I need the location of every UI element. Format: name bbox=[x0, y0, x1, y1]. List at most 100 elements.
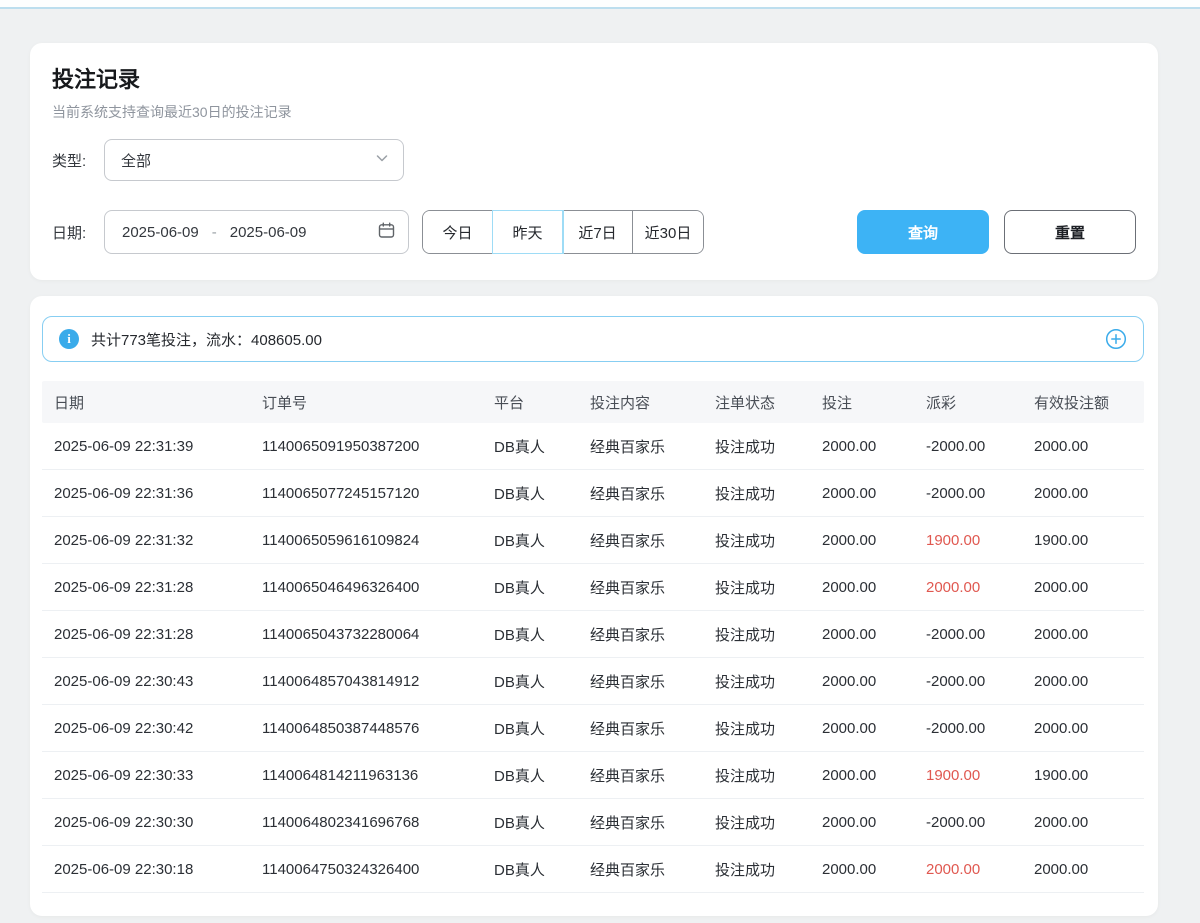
cell-bet: 2000.00 bbox=[822, 720, 926, 737]
type-select-value: 全部 bbox=[121, 150, 151, 171]
cell-bet: 2000.00 bbox=[822, 673, 926, 690]
cell-valid_bet: 1900.00 bbox=[1034, 767, 1144, 784]
cell-platform: DB真人 bbox=[494, 436, 590, 457]
cell-status: 投注成功 bbox=[715, 483, 822, 504]
cell-valid_bet: 2000.00 bbox=[1034, 673, 1144, 690]
filter-panel: 投注记录 当前系统支持查询最近30日的投注记录 类型: 全部 日期: 2025-… bbox=[30, 43, 1158, 280]
cell-order_no: 1140065046496326400 bbox=[262, 579, 494, 596]
cell-content: 经典百家乐 bbox=[590, 812, 715, 833]
cell-order_no: 1140065043732280064 bbox=[262, 626, 494, 643]
cell-platform: DB真人 bbox=[494, 671, 590, 692]
cell-bet: 2000.00 bbox=[822, 626, 926, 643]
cell-date: 2025-06-09 22:30:30 bbox=[54, 814, 262, 831]
quick-range-button-3[interactable]: 近30日 bbox=[633, 211, 703, 253]
cell-date: 2025-06-09 22:31:32 bbox=[54, 532, 262, 549]
quick-range-button-1[interactable]: 昨天 bbox=[493, 211, 563, 253]
cell-date: 2025-06-09 22:31:39 bbox=[54, 438, 262, 455]
cell-bet: 2000.00 bbox=[822, 767, 926, 784]
quick-range-button-2[interactable]: 近7日 bbox=[563, 211, 633, 253]
cell-payout: 2000.00 bbox=[926, 579, 1034, 596]
cell-content: 经典百家乐 bbox=[590, 765, 715, 786]
cell-date: 2025-06-09 22:31:36 bbox=[54, 485, 262, 502]
table-row: 2025-06-09 22:31:361140065077245157120DB… bbox=[42, 470, 1144, 517]
top-divider bbox=[0, 0, 1200, 9]
cell-status: 投注成功 bbox=[715, 765, 822, 786]
cell-valid_bet: 1900.00 bbox=[1034, 532, 1144, 549]
table-row: 2025-06-09 22:30:421140064850387448576DB… bbox=[42, 705, 1144, 752]
cell-payout: -2000.00 bbox=[926, 720, 1034, 737]
cell-platform: DB真人 bbox=[494, 577, 590, 598]
cell-status: 投注成功 bbox=[715, 577, 822, 598]
column-header: 投注内容 bbox=[590, 392, 715, 413]
cell-order_no: 1140065059616109824 bbox=[262, 532, 494, 549]
cell-content: 经典百家乐 bbox=[590, 530, 715, 551]
cell-valid_bet: 2000.00 bbox=[1034, 438, 1144, 455]
cell-status: 投注成功 bbox=[715, 718, 822, 739]
cell-bet: 2000.00 bbox=[822, 861, 926, 878]
cell-content: 经典百家乐 bbox=[590, 577, 715, 598]
cell-order_no: 1140064750324326400 bbox=[262, 861, 494, 878]
calendar-icon[interactable] bbox=[378, 222, 395, 243]
cell-payout: 2000.00 bbox=[926, 861, 1034, 878]
cell-payout: -2000.00 bbox=[926, 485, 1034, 502]
cell-status: 投注成功 bbox=[715, 859, 822, 880]
table-row: 2025-06-09 22:31:281140065046496326400DB… bbox=[42, 564, 1144, 611]
column-header: 有效投注额 bbox=[1034, 392, 1144, 413]
cell-platform: DB真人 bbox=[494, 624, 590, 645]
cell-status: 投注成功 bbox=[715, 671, 822, 692]
summary-text: 共计773笔投注，流水：408605.00 bbox=[91, 329, 322, 350]
cell-status: 投注成功 bbox=[715, 436, 822, 457]
cell-content: 经典百家乐 bbox=[590, 671, 715, 692]
circle-plus-icon[interactable] bbox=[1105, 328, 1127, 350]
cell-platform: DB真人 bbox=[494, 530, 590, 551]
cell-content: 经典百家乐 bbox=[590, 718, 715, 739]
cell-valid_bet: 2000.00 bbox=[1034, 579, 1144, 596]
type-filter-row: 类型: 全部 bbox=[52, 139, 1136, 181]
cell-date: 2025-06-09 22:31:28 bbox=[54, 579, 262, 596]
date-label: 日期: bbox=[52, 222, 104, 243]
cell-payout: 1900.00 bbox=[926, 767, 1034, 784]
date-range-separator: - bbox=[212, 224, 217, 241]
cell-valid_bet: 2000.00 bbox=[1034, 485, 1144, 502]
date-range-input[interactable]: 2025-06-09 - 2025-06-09 bbox=[104, 210, 409, 254]
column-header: 注单状态 bbox=[715, 392, 822, 413]
quick-range-group: 今日昨天近7日近30日 bbox=[422, 210, 704, 254]
cell-date: 2025-06-09 22:30:43 bbox=[54, 673, 262, 690]
cell-order_no: 1140064857043814912 bbox=[262, 673, 494, 690]
cell-payout: -2000.00 bbox=[926, 438, 1034, 455]
cell-content: 经典百家乐 bbox=[590, 483, 715, 504]
cell-bet: 2000.00 bbox=[822, 579, 926, 596]
search-button[interactable]: 查询 bbox=[857, 210, 989, 254]
cell-payout: -2000.00 bbox=[926, 814, 1034, 831]
page-root: 投注记录 当前系统支持查询最近30日的投注记录 类型: 全部 日期: 2025-… bbox=[0, 9, 1200, 916]
cell-date: 2025-06-09 22:30:42 bbox=[54, 720, 262, 737]
table-body: 2025-06-09 22:31:391140065091950387200DB… bbox=[42, 423, 1144, 893]
column-header: 平台 bbox=[494, 392, 590, 413]
cell-bet: 2000.00 bbox=[822, 485, 926, 502]
page-title: 投注记录 bbox=[52, 67, 1136, 93]
quick-range-button-0[interactable]: 今日 bbox=[423, 211, 493, 253]
cell-bet: 2000.00 bbox=[822, 438, 926, 455]
cell-payout: -2000.00 bbox=[926, 626, 1034, 643]
summary-bar: i 共计773笔投注，流水：408605.00 bbox=[42, 316, 1144, 362]
date-filter-row: 日期: 2025-06-09 - 2025-06-09 今日昨天近7日近30日 … bbox=[52, 210, 1136, 254]
type-label: 类型: bbox=[52, 150, 104, 171]
table-row: 2025-06-09 22:30:331140064814211963136DB… bbox=[42, 752, 1144, 799]
cell-date: 2025-06-09 22:31:28 bbox=[54, 626, 262, 643]
cell-bet: 2000.00 bbox=[822, 814, 926, 831]
info-circle-icon: i bbox=[59, 329, 79, 349]
cell-date: 2025-06-09 22:30:18 bbox=[54, 861, 262, 878]
chevron-down-icon bbox=[375, 151, 389, 169]
date-start-value: 2025-06-09 bbox=[122, 224, 199, 241]
cell-payout: -2000.00 bbox=[926, 673, 1034, 690]
cell-content: 经典百家乐 bbox=[590, 436, 715, 457]
cell-valid_bet: 2000.00 bbox=[1034, 861, 1144, 878]
type-select[interactable]: 全部 bbox=[104, 139, 404, 181]
cell-valid_bet: 2000.00 bbox=[1034, 720, 1144, 737]
table-row: 2025-06-09 22:31:281140065043732280064DB… bbox=[42, 611, 1144, 658]
records-panel: i 共计773笔投注，流水：408605.00 日期订单号平台投注内容注单状态投… bbox=[30, 296, 1158, 916]
reset-button[interactable]: 重置 bbox=[1004, 210, 1136, 254]
table-row: 2025-06-09 22:31:321140065059616109824DB… bbox=[42, 517, 1144, 564]
cell-payout: 1900.00 bbox=[926, 532, 1034, 549]
cell-platform: DB真人 bbox=[494, 765, 590, 786]
